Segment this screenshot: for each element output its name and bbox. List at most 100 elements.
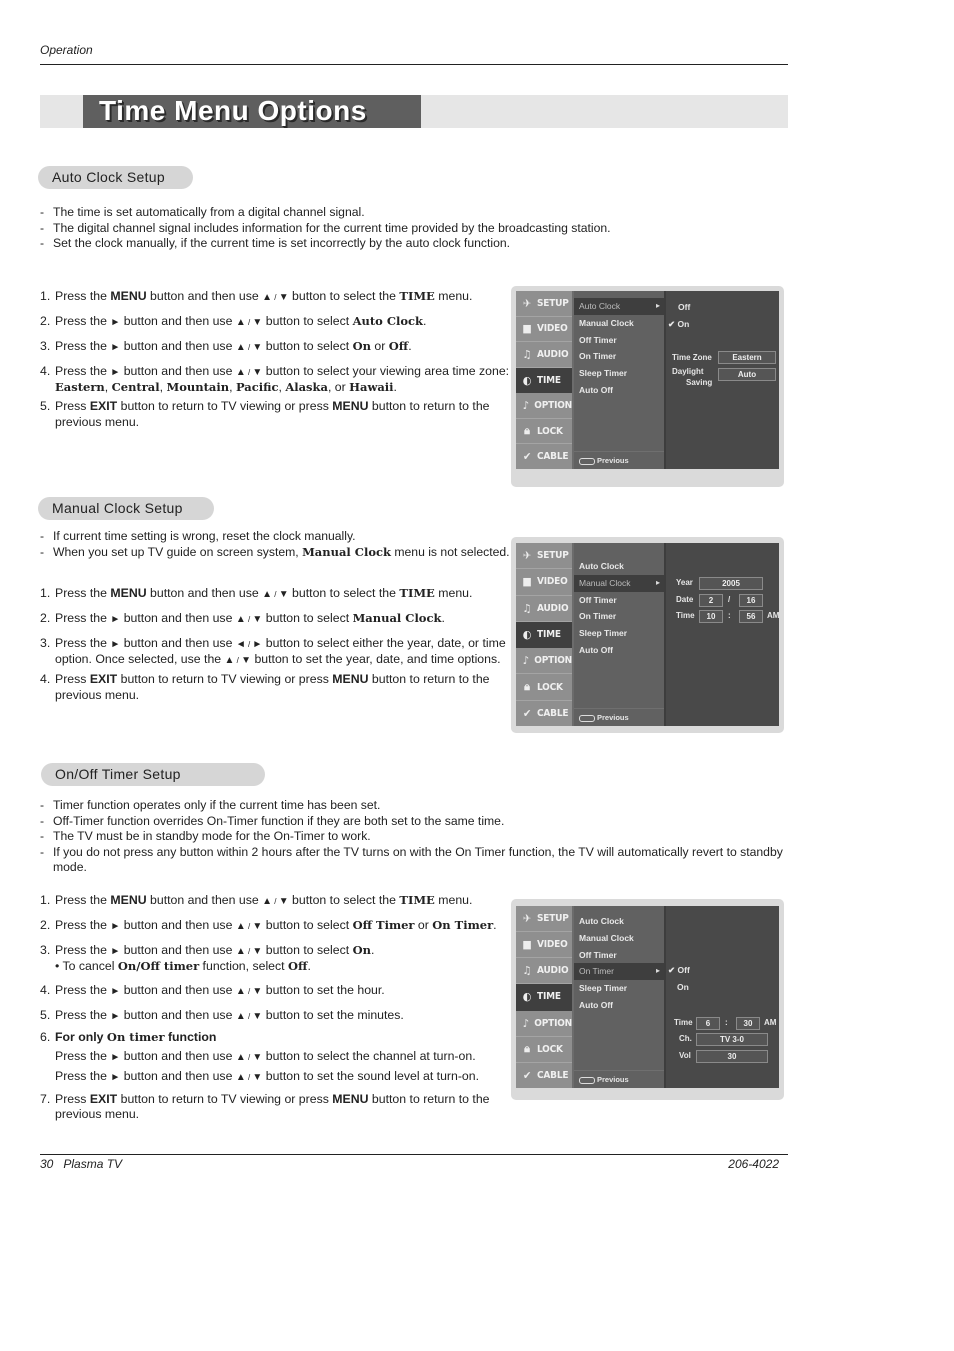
osd-menu-time: ◐ TIME: [516, 621, 572, 649]
osd-item-on-timer: On Timer: [574, 963, 664, 981]
step-2: 2. Press the ► button and then use ▲ / ▼ …: [40, 611, 445, 625]
step-3: 3. Press the ► button and then use ◄ / ► …: [40, 636, 506, 667]
check-icon: ✔: [668, 965, 676, 975]
osd-item-auto-clock: Auto Clock: [574, 298, 664, 315]
osd-time-submenu: Auto Clock Manual Clock Off Timer On Tim…: [574, 543, 666, 726]
option-icon: ♪: [522, 654, 529, 668]
down-arrow-icon: ▼: [252, 1011, 263, 1023]
menu-key-icon: [579, 457, 595, 465]
note: The time is set automatically from a dig…: [40, 205, 760, 221]
checkmark-icon: ✔: [522, 450, 532, 464]
auto-clock-steps: 1. Press the MENU button and then use ▲ /…: [40, 289, 510, 439]
option-icon: ♪: [522, 399, 529, 413]
auto-clock-notes: The time is set automatically from a dig…: [40, 205, 760, 252]
osd-screenshot-on-off-timer: ✈ SETUP ■ VIDEO ♫ AUDIO ◐ TIME ♪ OPTION 🔒︎ LOC…: [511, 899, 784, 1100]
satellite-icon: ✈: [522, 549, 532, 563]
speaker-icon: ♫: [522, 347, 532, 361]
up-arrow-icon: ▲: [235, 1072, 246, 1084]
osd-day-value: 16: [739, 594, 763, 607]
up-arrow-icon: ▲: [235, 367, 246, 378]
up-arrow-icon: ▲: [235, 1011, 246, 1023]
osd-item-off-timer: Off Timer: [579, 949, 617, 960]
osd-item-auto-clock: Auto Clock: [579, 916, 624, 926]
down-arrow-icon: ▼: [252, 1051, 263, 1063]
osd-menu-time: ◐ TIME: [516, 367, 572, 394]
osd-option-off: ✔ Off: [668, 965, 690, 975]
osd-time-submenu: Auto Clock Manual Clock Off Timer On Tim…: [574, 291, 666, 469]
video-icon: ■: [522, 575, 532, 589]
clock-icon: ◐: [522, 627, 532, 641]
osd-previous-hint: Previous: [574, 1070, 664, 1088]
up-arrow-icon: ▲: [224, 655, 235, 667]
down-arrow-icon: ▼: [252, 342, 263, 353]
satellite-icon: ✈: [522, 912, 532, 926]
up-arrow-icon: ▲: [262, 292, 273, 303]
title-box: Time Menu Options: [83, 95, 421, 128]
running-head: Operation: [40, 43, 93, 57]
note: Set the clock manually, if the current t…: [40, 236, 760, 252]
step-1: 1. Press the MENU button and then use ▲ /…: [40, 893, 473, 907]
menu-key-icon: [579, 714, 595, 722]
osd-option-on: On: [677, 982, 689, 992]
osd-item-on-timer: On Timer: [579, 351, 617, 362]
osd-sidebar: ✈ SETUP ■ VIDEO ♫ AUDIO ◐ TIME ♪ OPTION 🔒︎ LOC…: [516, 906, 574, 1088]
note: The digital channel signal includes info…: [40, 221, 760, 237]
note: If you do not press any button within 2 …: [40, 845, 790, 876]
osd-year-value: 2005: [699, 577, 763, 590]
doc-number: 206-4022: [728, 1157, 779, 1171]
osd-menu-option: ♪ OPTION: [516, 648, 572, 675]
osd-options-panel: Year 2005 Date 2 / 16 Time 10 : 56 AM: [666, 543, 779, 726]
osd-item-sleep-timer: Sleep Timer: [579, 368, 628, 379]
osd-time-separator: :: [725, 1018, 728, 1027]
osd-item-auto-off: Auto Off: [579, 999, 613, 1010]
right-arrow-icon: ►: [110, 1051, 121, 1063]
osd-saving-label: Saving: [686, 378, 713, 387]
right-arrow-icon: ►: [110, 614, 121, 625]
step-6: 6. For only On timer function Press the ► …: [40, 1030, 480, 1084]
osd-option-on: ✔ On: [668, 319, 690, 329]
down-arrow-icon: ▼: [252, 921, 263, 932]
down-arrow-icon: ▼: [278, 896, 289, 907]
down-arrow-icon: ▼: [278, 292, 289, 303]
up-arrow-icon: ▲: [235, 614, 246, 625]
down-arrow-icon: ▼: [278, 589, 289, 600]
osd-menu-video: ■ VIDEO: [516, 317, 572, 343]
right-arrow-icon: ►: [110, 367, 121, 378]
osd-time-submenu: Auto Clock Manual Clock Off Timer On Tim…: [574, 906, 666, 1088]
page-title: Time Menu Options: [99, 95, 367, 126]
osd-daylight-label: Daylight: [672, 367, 704, 376]
osd-item-auto-off: Auto Off: [579, 644, 613, 655]
osd-item-manual-clock: Manual Clock: [574, 574, 664, 592]
note: If current time setting is wrong, reset …: [40, 529, 510, 545]
step-5: 5. Press EXIT button to return to TV view…: [40, 399, 490, 429]
step-5: 5. Press the ► button and then use ▲ / ▼ …: [40, 1008, 404, 1023]
step-4: 4. Press EXIT button to return to TV view…: [40, 672, 490, 702]
osd-daylight-value: Auto: [718, 368, 776, 381]
step-1: 1. Press the MENU button and then use ▲ /…: [40, 289, 473, 303]
osd-volume-label: Vol: [679, 1051, 691, 1060]
lock-icon: 🔒︎: [524, 424, 530, 438]
osd-time-label: Time: [674, 1018, 693, 1027]
option-icon: ♪: [522, 1016, 529, 1030]
clock-icon: ◐: [522, 990, 532, 1004]
osd-menu-video: ■ VIDEO: [516, 569, 572, 596]
osd-menu-option: ♪ OPTION: [516, 393, 572, 419]
down-arrow-icon: ▼: [252, 614, 263, 625]
osd-item-on-timer: On Timer: [579, 611, 617, 622]
satellite-icon: ✈: [522, 296, 532, 310]
osd-hour-value: 6: [696, 1017, 720, 1030]
osd-menu-lock: 🔒︎ LOCK: [516, 419, 572, 445]
section-heading-manual-clock: Manual Clock Setup: [38, 497, 214, 520]
timer-steps: 1. Press the MENU button and then use ▲ /…: [40, 893, 515, 1131]
clock-icon: ◐: [522, 373, 532, 387]
osd-menu-lock: 🔒︎ LOCK: [516, 1037, 572, 1063]
header-rule: [40, 64, 788, 65]
osd-item-manual-clock: Manual Clock: [579, 932, 634, 943]
osd-month-value: 2: [699, 594, 723, 607]
checkmark-icon: ✔: [522, 706, 532, 720]
step-1: 1. Press the MENU button and then use ▲ /…: [40, 586, 473, 600]
osd-item-auto-clock: Auto Clock: [579, 561, 624, 571]
note: Timer function operates only if the curr…: [40, 798, 790, 814]
lock-icon: 🔒︎: [524, 1042, 530, 1056]
up-arrow-icon: ▲: [235, 1051, 246, 1063]
